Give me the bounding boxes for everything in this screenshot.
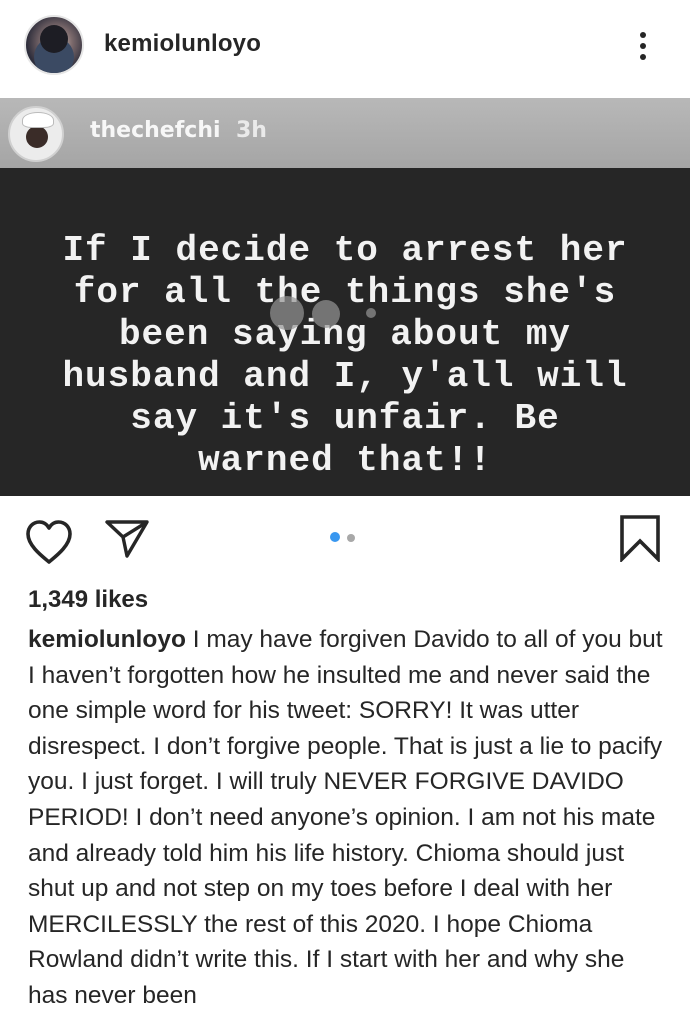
- tap-indicator: [270, 296, 380, 336]
- likes-count[interactable]: 1,349 likes: [28, 586, 148, 614]
- more-vertical-icon-dot-2: [640, 43, 646, 49]
- story-text: If I decide to arrest her for all the th…: [62, 230, 628, 481]
- story-avatar: [8, 106, 64, 162]
- story-username: thechefchi: [90, 118, 221, 143]
- carousel-dot-active: [330, 532, 340, 542]
- bookmark-icon[interactable]: [619, 514, 661, 562]
- direct-send-icon[interactable]: [104, 518, 150, 560]
- story-timestamp: 3h: [236, 118, 267, 143]
- caption-text: I may have forgiven Davido to all of you…: [28, 626, 663, 1009]
- carousel-dot: [347, 534, 355, 542]
- heart-icon[interactable]: [24, 518, 74, 566]
- caption-username[interactable]: kemiolunloyo: [28, 626, 193, 653]
- post-caption: kemiolunloyo I may have forgiven Davido …: [28, 622, 668, 1009]
- more-vertical-icon-dot-3: [640, 54, 646, 60]
- post-header: kemiolunloyo: [0, 0, 690, 98]
- carousel-indicator: [330, 532, 360, 544]
- action-bar: [0, 496, 690, 586]
- instagram-post: kemiolunloyo thechefchi 3h If I decide t…: [0, 0, 690, 1009]
- post-media[interactable]: thechefchi 3h If I decide to arrest her …: [0, 98, 690, 496]
- story-header: thechefchi 3h: [0, 98, 690, 168]
- avatar[interactable]: [24, 15, 84, 75]
- more-options-button[interactable]: [628, 26, 658, 66]
- more-vertical-icon: [640, 32, 646, 38]
- post-username[interactable]: kemiolunloyo: [104, 30, 261, 58]
